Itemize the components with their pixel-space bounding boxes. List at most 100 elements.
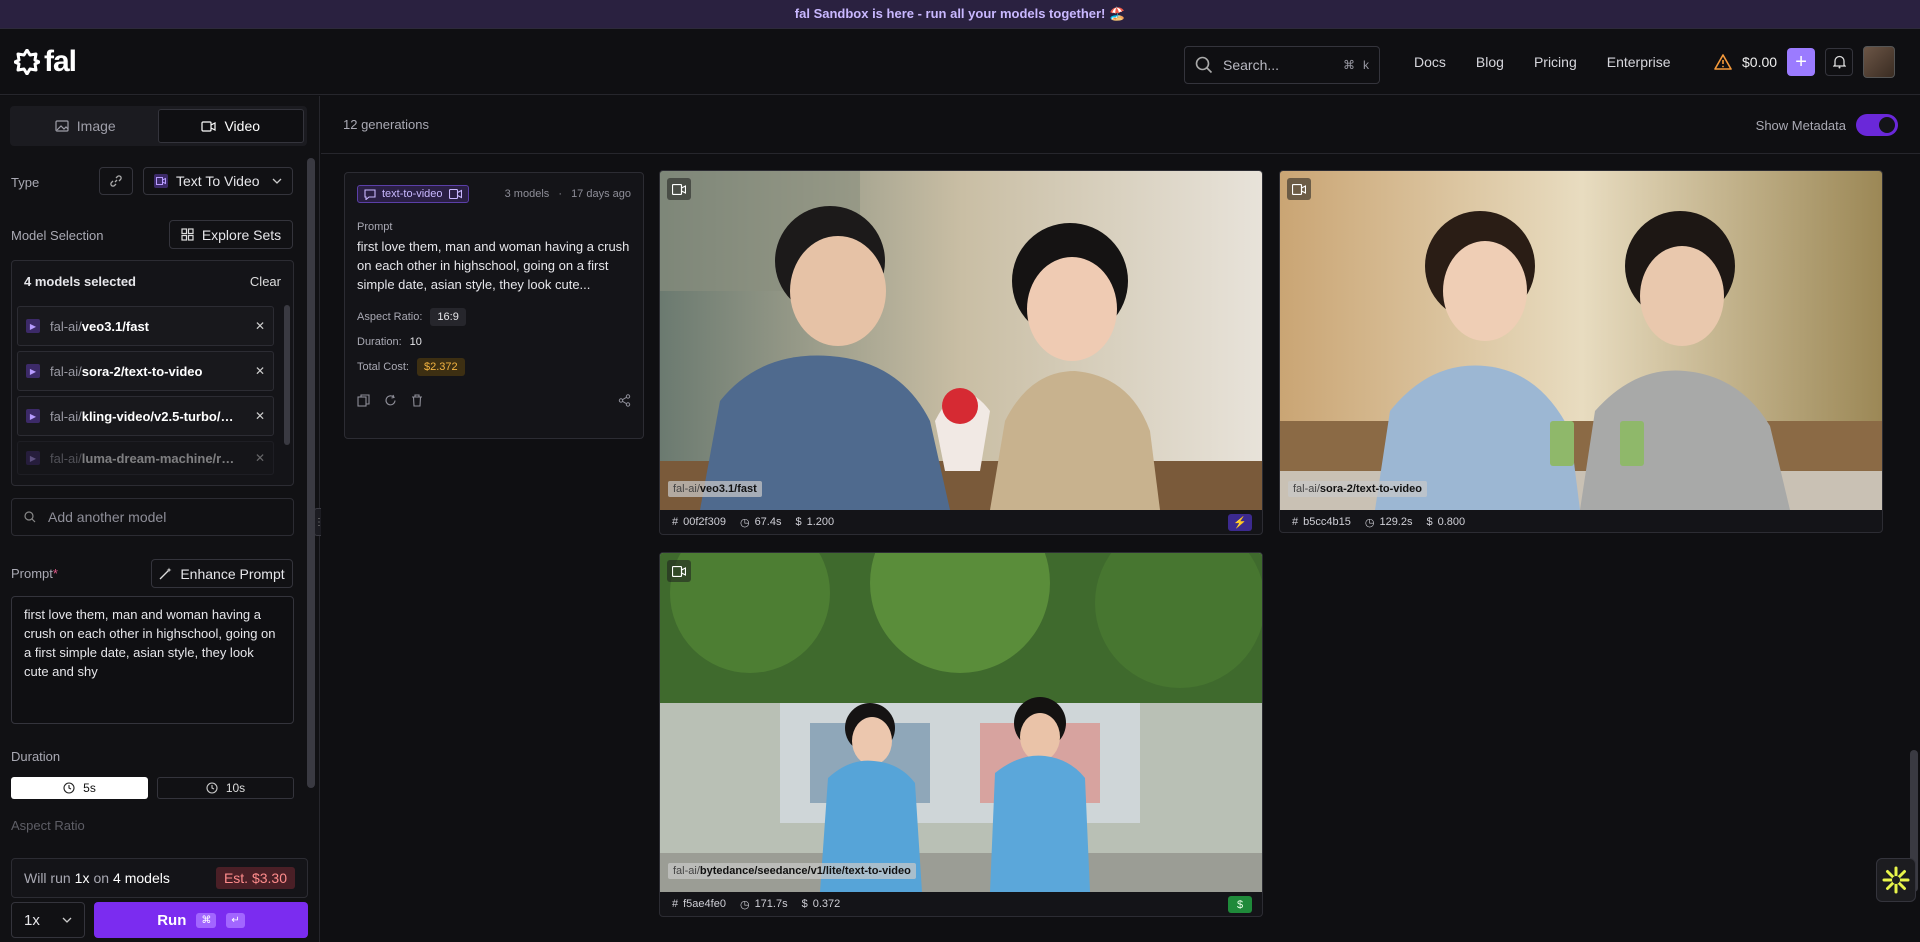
clock-icon: ◷ (1364, 516, 1375, 529)
meta-cost-value: $2.372 (416, 358, 465, 376)
model-id: luma-dream-machine/r… (81, 450, 235, 466)
top-bar: fal Search... ⌘ k Docs Blog Pricing Ente… (0, 29, 1920, 95)
result-card[interactable]: fal-ai/veo3.1/fast #00f2f309 ◷ 67.4s $1.2… (659, 170, 1263, 535)
duration-label: Duration (11, 749, 61, 764)
inference-time-value: 67.4s (754, 516, 782, 528)
meta-cost-label: Total Cost: (357, 361, 409, 373)
model-selection-label: Model Selection (11, 228, 104, 243)
shortcut-k: k (1363, 58, 1369, 72)
type-select[interactable]: Text To Video (143, 167, 293, 195)
nav-pricing[interactable]: Pricing (1534, 54, 1577, 70)
video-thumbnail[interactable] (660, 553, 1262, 892)
run-summary-multiplier: 1x (74, 870, 90, 886)
sidebar-scrollbar[interactable] (307, 158, 315, 788)
model-prefix: fal-ai/ (50, 450, 82, 466)
meta-info: 3 models · 17 days ago (504, 188, 631, 200)
prompt-textarea[interactable]: first love them, man and woman having a … (11, 596, 294, 724)
hash-icon: # (672, 898, 679, 910)
nav-docs[interactable]: Docs (1414, 54, 1446, 70)
support-chat-button[interactable] (1876, 858, 1916, 902)
results-area: 12 generations Show Metadata text-to-vid… (321, 96, 1920, 942)
model-prefix: fal-ai/ (50, 363, 82, 379)
task-chip[interactable]: text-to-video (357, 185, 469, 203)
clock-icon: ◷ (739, 516, 750, 529)
tab-image[interactable]: Image (13, 109, 158, 143)
run-summary: Will run 1x on 4 models Est. $3.30 (11, 858, 308, 898)
result-cost-value: 0.372 (812, 898, 841, 910)
enhance-prompt-label: Enhance Prompt (180, 565, 285, 582)
add-model-input[interactable]: Add another model (11, 498, 294, 536)
metadata-switch[interactable] (1856, 114, 1898, 136)
tab-video[interactable]: Video (157, 109, 304, 143)
result-card[interactable]: fal-ai/bytedance/seedance/v1/lite/text-t… (659, 552, 1263, 917)
model-prefix: fal-ai/ (50, 408, 82, 424)
sparkle-icon (1882, 866, 1910, 894)
run-shortcut-enter: ↵ (226, 912, 245, 928)
duration-5s-button[interactable]: 5s (11, 777, 148, 799)
banner-text[interactable]: fal Sandbox is here - run all your model… (795, 6, 1125, 22)
search-shortcut: ⌘ k (1343, 58, 1369, 72)
result-card[interactable]: fal-ai/sora-2/text-to-video # b5cc4b15 ◷ 1… (1279, 170, 1883, 533)
video-badge-icon (1287, 178, 1311, 200)
remove-model-icon[interactable]: ✕ (255, 319, 265, 333)
refresh-icon[interactable] (384, 394, 397, 407)
multiplier-value: 1x (24, 911, 40, 929)
logo-text: fal (44, 44, 77, 78)
result-cost: $0.372 (802, 898, 841, 910)
model-item[interactable]: ▶ fal-ai/sora-2/text-to-video ✕ (17, 351, 274, 391)
clock-icon (63, 782, 75, 794)
mode-tabs: Image Video (10, 106, 307, 146)
model-item[interactable]: ▶ fal-ai/veo3.1/fast ✕ (17, 306, 274, 346)
share-icon[interactable] (618, 394, 631, 407)
video-thumbnail[interactable] (660, 171, 1262, 510)
type-link-button[interactable] (99, 167, 133, 195)
model-name: fal-ai/sora-2/text-to-video (50, 364, 245, 379)
trash-icon[interactable] (411, 394, 423, 407)
remove-model-icon[interactable]: ✕ (255, 409, 265, 423)
model-item[interactable]: ▶ fal-ai/kling-video/v2.5-turbo/… ✕ (17, 396, 274, 436)
warning-icon[interactable] (1714, 54, 1732, 70)
models-selected-count: 4 models selected (24, 273, 136, 289)
remove-model-icon[interactable]: ✕ (255, 451, 265, 465)
nav-enterprise[interactable]: Enterprise (1607, 54, 1671, 70)
video-thumbnail[interactable] (1280, 171, 1882, 510)
meta-aspect-label: Aspect Ratio: (357, 311, 423, 323)
model-label-prefix: fal-ai/ (1293, 483, 1320, 495)
results-header: 12 generations (321, 96, 1920, 154)
search-input[interactable]: Search... ⌘ k (1184, 46, 1380, 84)
add-credits-button[interactable]: + (1787, 48, 1816, 76)
fal-logo[interactable]: fal (14, 44, 77, 79)
top-nav: Docs Blog Pricing Enterprise (1414, 29, 1671, 95)
magic-wand-icon (159, 567, 172, 580)
video-model-icon: ▶ (26, 319, 40, 333)
notifications-button[interactable] (1825, 48, 1854, 76)
type-value: Text To Video (176, 173, 260, 189)
remove-model-icon[interactable]: ✕ (255, 364, 265, 378)
nav-blog[interactable]: Blog (1476, 54, 1504, 70)
user-avatar[interactable] (1863, 46, 1896, 78)
plus-icon: + (1795, 50, 1807, 73)
announcement-banner[interactable]: fal Sandbox is here - run all your model… (0, 0, 1920, 29)
selected-models-panel: 4 models selected Clear ▶ fal-ai/veo3.1/… (11, 260, 294, 486)
clock-icon: ◷ (739, 898, 750, 911)
balance[interactable]: $0.00 (1742, 54, 1777, 70)
meta-aspect-value: 16:9 (430, 308, 466, 326)
link-icon (110, 175, 122, 187)
run-button[interactable]: Run ⌘ ↵ (94, 902, 308, 938)
run-summary-prefix: Will run (24, 870, 71, 886)
meta-total-cost: Total Cost: $2.372 (357, 358, 631, 376)
copy-icon[interactable] (357, 394, 370, 407)
explore-sets-button[interactable]: Explore Sets (169, 220, 293, 249)
request-id: # b5cc4b15 (1292, 516, 1351, 528)
duration-10s-button[interactable]: 10s (157, 777, 294, 799)
run-multiplier-select[interactable]: 1x (11, 902, 85, 938)
meta-age: 17 days ago (571, 188, 631, 200)
result-footer: #00f2f309 ◷ 67.4s $1.200 (660, 510, 1262, 534)
sidebar: Image Video Type Text To Video Model Sel… (0, 96, 320, 942)
model-item[interactable]: ▶ fal-ai/luma-dream-machine/r… ✕ (17, 441, 274, 475)
enhance-prompt-button[interactable]: Enhance Prompt (151, 559, 293, 588)
model-label-id: sora-2/text-to-video (1319, 483, 1422, 495)
models-scrollbar[interactable] (284, 305, 290, 445)
clear-models-button[interactable]: Clear (250, 274, 281, 289)
show-metadata-toggle[interactable]: Show Metadata (1756, 114, 1898, 136)
